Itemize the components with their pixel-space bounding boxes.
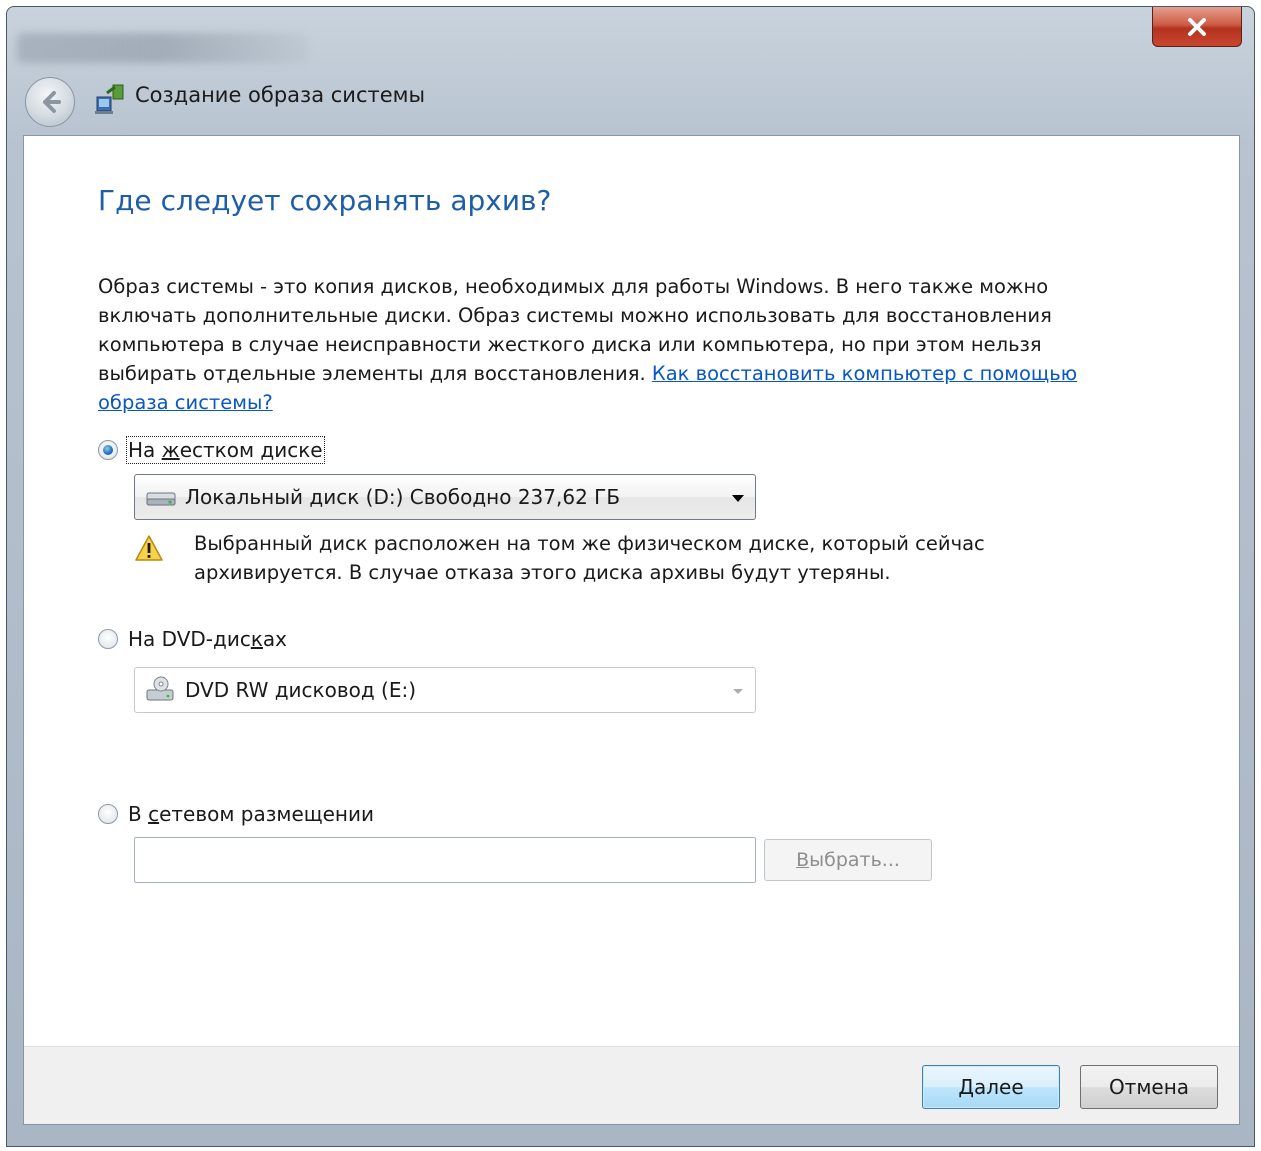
back-button[interactable] [25, 77, 75, 127]
access-key: В [796, 849, 810, 871]
close-button[interactable] [1152, 7, 1242, 47]
title-bar: Создание образа системы [7, 7, 1254, 135]
content-area: Где следует сохранять архив? Образ систе… [23, 135, 1240, 1125]
access-key: к [250, 627, 263, 651]
blurred-caption [17, 33, 307, 63]
close-icon [1188, 17, 1206, 36]
radio-label-dvd[interactable]: На DVD-дисках [128, 627, 287, 651]
backup-icon [95, 84, 124, 114]
browse-button[interactable]: Выбрать... [764, 839, 932, 881]
radio-network[interactable]: В сетевом размещении [98, 802, 374, 826]
label-text: естком диске [179, 438, 323, 462]
hard-disk-select-value: Локальный диск (D:) Свободно 237,62 ГБ [185, 485, 621, 509]
radio-button-network[interactable] [98, 804, 118, 824]
next-button[interactable]: Далее [922, 1065, 1060, 1109]
browse-label: ыбрать... [809, 849, 900, 871]
label-text: етевом размещении [159, 802, 374, 826]
access-key: с [148, 802, 160, 826]
radio-selected-dot [103, 445, 113, 455]
label-text: На DVD-дис [128, 627, 251, 651]
label-text: В [128, 802, 149, 826]
label-text: На [128, 438, 162, 462]
window-title: Создание образа системы [135, 83, 426, 107]
hard-drive-icon [146, 492, 176, 506]
radio-label-hard-disk[interactable]: На жестком диске [126, 436, 325, 464]
warning-icon [135, 535, 163, 561]
cancel-button[interactable]: Отмена [1080, 1065, 1218, 1109]
dialog-window: Создание образа системы Где следует сохр… [6, 6, 1255, 1147]
chevron-down-icon [733, 689, 743, 694]
dvd-drive-select[interactable]: DVD RW дисковод (E:) [134, 667, 756, 713]
description-text: Образ системы - это копия дисков, необхо… [98, 272, 1138, 417]
radio-button-dvd[interactable] [98, 629, 118, 649]
radio-hard-disk[interactable]: На жестком диске [98, 436, 325, 464]
dvd-drive-icon [146, 676, 174, 701]
dvd-drive-select-value: DVD RW дисковод (E:) [185, 678, 417, 702]
radio-dvd[interactable]: На DVD-дисках [98, 627, 287, 651]
hard-disk-select[interactable]: Локальный диск (D:) Свободно 237,62 ГБ [134, 474, 756, 520]
label-text: ах [262, 627, 288, 651]
warning-text: Выбранный диск расположен на том же физи… [194, 532, 985, 584]
radio-button-hard-disk[interactable] [98, 440, 118, 460]
access-key: ж [161, 438, 180, 462]
footer-bar: Далее Отмена [24, 1046, 1239, 1124]
radio-label-network[interactable]: В сетевом размещении [128, 802, 374, 826]
chevron-down-icon [732, 495, 744, 502]
back-arrow-icon [43, 91, 61, 113]
page-heading: Где следует сохранять архив? [98, 184, 552, 217]
network-path-input[interactable] [134, 837, 756, 883]
